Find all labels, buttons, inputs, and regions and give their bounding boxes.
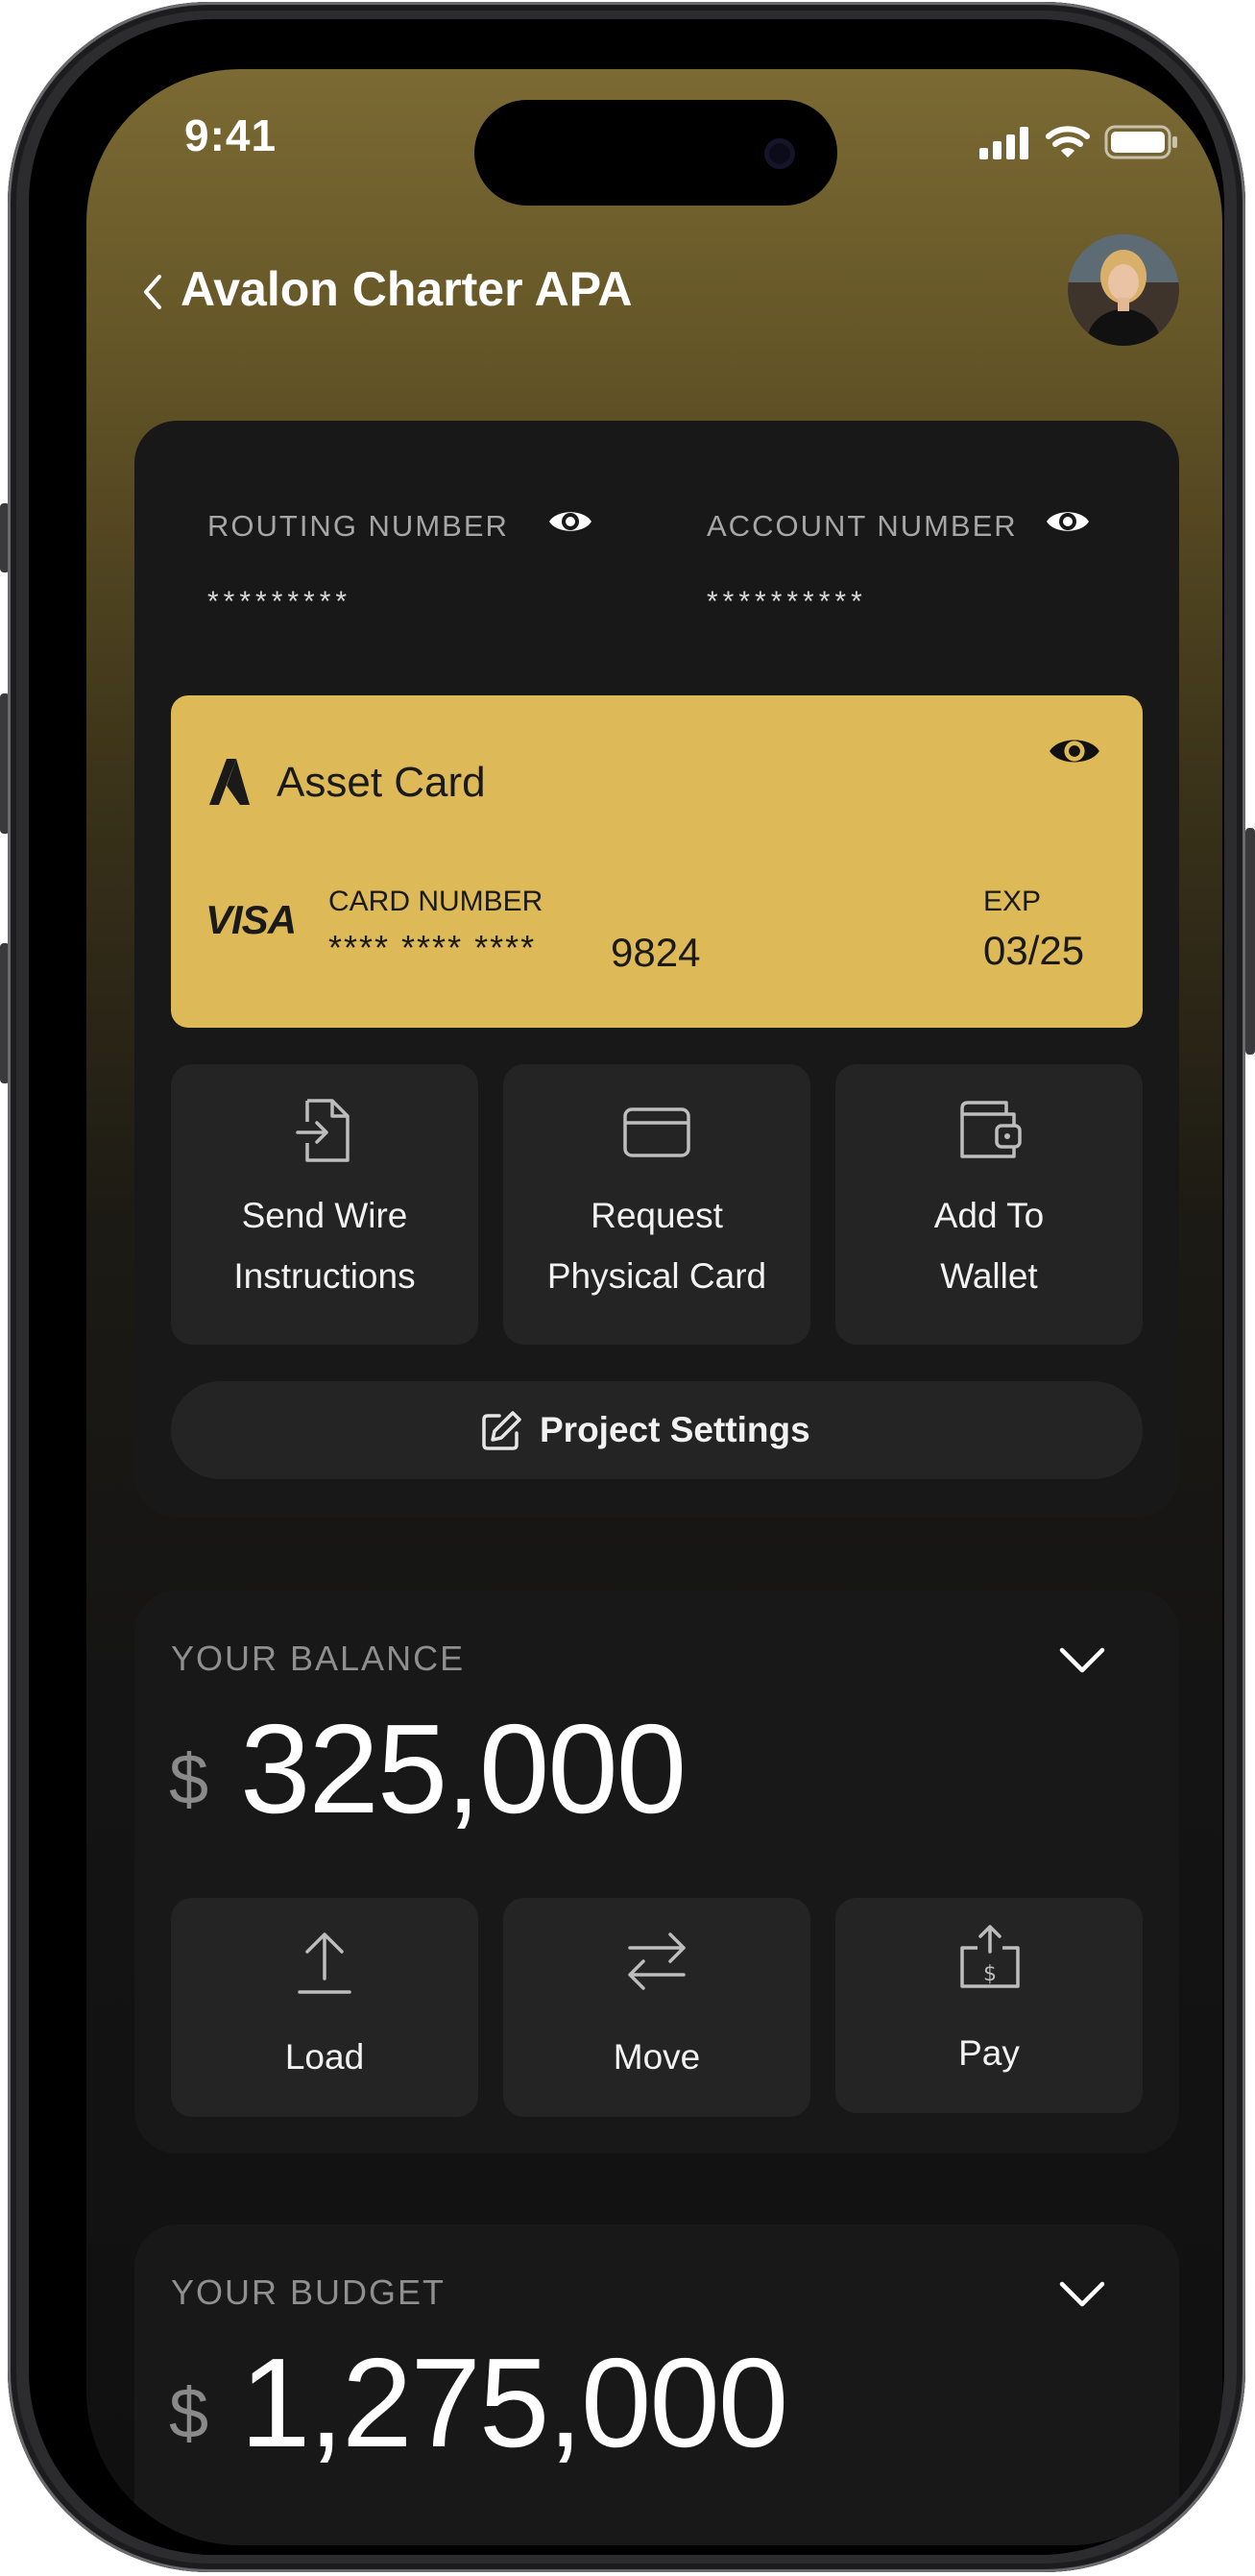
pay-dollar-icon: $ xyxy=(960,1925,1020,1988)
wifi-icon xyxy=(1046,126,1090,158)
routing-number-value: ********* xyxy=(207,586,352,618)
budget-currency: $ xyxy=(169,2373,209,2453)
card-name: Asset Card xyxy=(277,759,486,806)
page-title: Avalon Charter APA xyxy=(181,262,633,316)
eye-icon[interactable] xyxy=(1045,505,1091,538)
tile-label: Add To xyxy=(933,1196,1045,1235)
card-exp-label: EXP xyxy=(983,886,1042,917)
card-exp-value: 03/25 xyxy=(983,928,1085,973)
front-camera xyxy=(764,138,795,169)
chevron-down-icon[interactable] xyxy=(1058,1646,1106,1675)
wallet-icon xyxy=(960,1101,1022,1158)
svg-text:$: $ xyxy=(983,1962,997,1986)
budget-label: YOUR BUDGET xyxy=(171,2272,446,2312)
chevron-down-icon[interactable] xyxy=(1058,2280,1106,2309)
user-avatar[interactable] xyxy=(1068,234,1179,346)
tile-label: Pay xyxy=(958,2033,1020,2073)
eye-icon[interactable] xyxy=(547,505,593,538)
battery-icon xyxy=(1104,125,1177,159)
request-physical-card-button[interactable]: Request Physical Card xyxy=(503,1064,810,1345)
balance-amount: 325,000 xyxy=(240,1698,687,1839)
balance-label: YOUR BALANCE xyxy=(171,1639,466,1678)
transfer-arrows-icon xyxy=(628,1932,686,1990)
budget-amount: 1,275,000 xyxy=(240,2332,788,2473)
project-settings-button[interactable]: Project Settings xyxy=(171,1381,1143,1479)
tile-label: Request xyxy=(591,1196,723,1235)
card-number-last4: 9824 xyxy=(611,930,701,975)
back-chevron-icon[interactable] xyxy=(134,273,173,311)
status-time: 9:41 xyxy=(184,110,278,160)
phone-frame: 9:41 Avalon Charter APA ROUTING NUMBER *… xyxy=(8,2,1245,2572)
asset-card[interactable] xyxy=(171,695,1143,1028)
edit-icon xyxy=(482,1411,521,1450)
tile-label: Load xyxy=(284,2037,365,2077)
balance-currency: $ xyxy=(169,1739,209,1819)
move-button[interactable]: Move xyxy=(503,1898,810,2117)
phone-bezel: 9:41 Avalon Charter APA ROUTING NUMBER *… xyxy=(29,19,1224,2555)
card-number-mask: **** **** **** xyxy=(328,928,537,967)
pay-button[interactable]: $ Pay xyxy=(835,1898,1143,2113)
signal-icon xyxy=(979,127,1028,159)
load-button[interactable]: Load xyxy=(171,1898,478,2117)
card-eye-icon[interactable] xyxy=(1047,732,1102,770)
app-screen: 9:41 Avalon Charter APA ROUTING NUMBER *… xyxy=(86,69,1222,2545)
send-wire-instructions-button[interactable]: Send Wire Instructions xyxy=(171,1064,478,1345)
account-number-label: ACCOUNT NUMBER xyxy=(707,509,1018,543)
credit-card-icon xyxy=(623,1107,690,1157)
tile-label: Wallet xyxy=(940,1256,1038,1296)
add-to-wallet-button[interactable]: Add To Wallet xyxy=(835,1064,1143,1345)
routing-number-label: ROUTING NUMBER xyxy=(207,509,509,543)
card-number-label: CARD NUMBER xyxy=(328,886,543,917)
account-number-value: ********** xyxy=(707,586,867,618)
project-settings-label: Project Settings xyxy=(540,1410,810,1449)
upload-arrow-icon xyxy=(298,1932,351,1994)
tile-label: Move xyxy=(613,2037,701,2077)
tile-label: Instructions xyxy=(233,1256,416,1296)
power-button xyxy=(1245,828,1255,1055)
tile-label: Send Wire xyxy=(241,1196,408,1235)
file-export-icon xyxy=(296,1099,350,1162)
visa-logo: VISA xyxy=(205,897,297,942)
asset-logo-icon xyxy=(209,759,250,805)
tile-label: Physical Card xyxy=(546,1256,767,1296)
